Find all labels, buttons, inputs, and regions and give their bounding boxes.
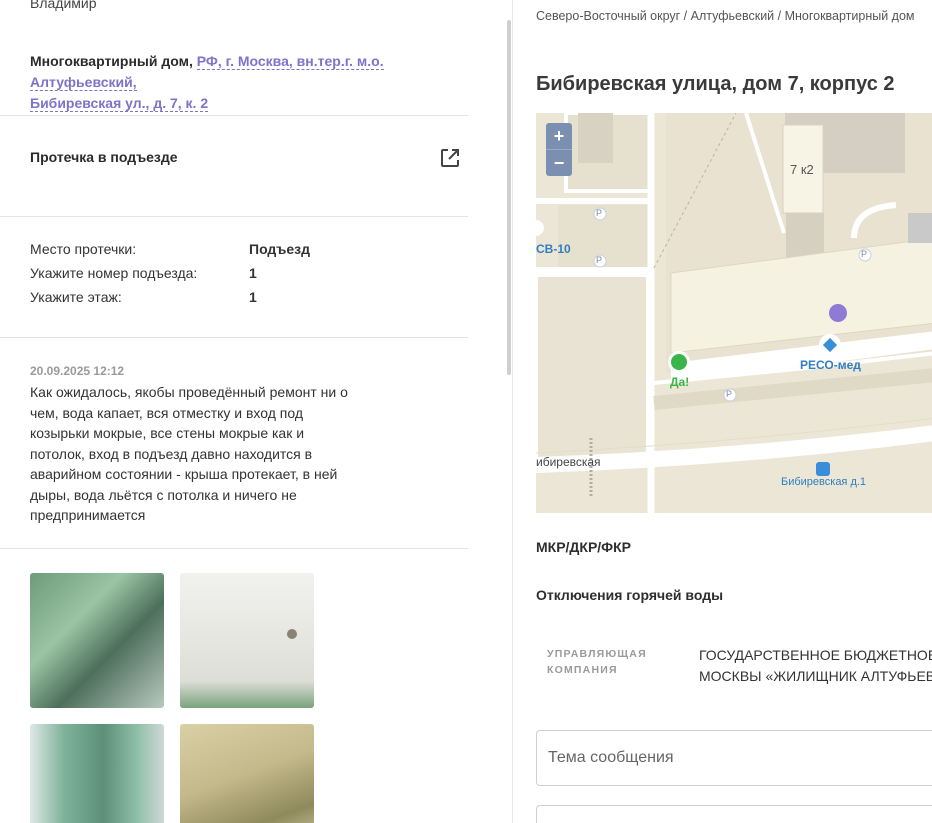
author-name: Владимир (30, 0, 97, 11)
map-poi-clinic[interactable]: РЕСО-мед (800, 358, 861, 372)
photo-thumbnail[interactable] (30, 573, 164, 708)
divider (0, 337, 468, 338)
detail-row: Укажите номер подъезда: 1 (30, 264, 430, 288)
parking-label: P (861, 249, 868, 259)
scrollbar[interactable] (507, 20, 511, 375)
zoom-out-button[interactable]: − (546, 149, 572, 176)
parking-label: P (596, 208, 603, 218)
map[interactable]: P P P P 7 к2 СВ-10 Да! РЕСО-мед ибиревск… (536, 113, 932, 513)
map-street-label: ибиревская (536, 455, 601, 469)
breadcrumb[interactable]: Северо-Восточный округ / Алтуфьевский / … (536, 6, 916, 26)
address-type: Многоквартирный дом, (30, 53, 193, 69)
divider (0, 548, 468, 549)
photo-thumbnail[interactable] (180, 724, 314, 823)
management-value-line1: ГОСУДАРСТВЕННОЕ БЮДЖЕТНОЕ УЧ (699, 647, 932, 663)
detail-row: Место протечки: Подъезд (30, 240, 430, 264)
detail-value: 1 (249, 289, 257, 305)
divider (0, 216, 468, 217)
map-poi-sv10[interactable]: СВ-10 (536, 242, 571, 256)
management-label-line2: КОМПАНИЯ (547, 664, 618, 676)
photo-thumbnail[interactable] (30, 724, 164, 823)
map-zoom-control: + − (546, 123, 572, 176)
address-link-line2[interactable]: Бибиревская ул., д. 7, к. 2 (30, 95, 209, 112)
divider (0, 115, 468, 116)
parking-label: P (596, 255, 603, 265)
comment-date: 20.09.2025 12:12 (30, 364, 125, 378)
detail-value: Подъезд (249, 241, 310, 257)
map-canvas (536, 113, 932, 513)
map-building-label: 7 к2 (790, 162, 814, 177)
management-label: УПРАВЛЯЮЩАЯ КОМПАНИЯ (547, 646, 647, 678)
detail-key: Укажите номер подъезда: (30, 265, 198, 281)
management-label-line1: УПРАВЛЯЮЩАЯ (547, 648, 647, 660)
details-list: Место протечки: Подъезд Укажите номер по… (30, 240, 430, 312)
subject-input[interactable] (537, 731, 932, 785)
issue-title: Протечка в подъезде (30, 149, 178, 165)
left-panel: Владимир Многоквартирный дом, РФ, г. Мос… (0, 0, 468, 823)
detail-key: Место протечки: (30, 241, 137, 257)
map-bus-stop[interactable]: Бибиревская д.1 (781, 476, 866, 488)
parking-label: P (726, 389, 733, 399)
external-link-icon[interactable] (439, 147, 461, 169)
photo-thumbnail[interactable] (180, 573, 314, 708)
section-mkr[interactable]: МКР/ДКР/ФКР (536, 539, 631, 555)
section-hot-water[interactable]: Отключения горячей воды (536, 587, 723, 603)
right-panel: Северо-Восточный округ / Алтуфьевский / … (513, 0, 932, 823)
message-field[interactable] (536, 805, 932, 823)
detail-key: Укажите этаж: (30, 289, 122, 305)
address-block: Многоквартирный дом, РФ, г. Москва, вн.т… (30, 51, 468, 114)
management-value-line2: МОСКВЫ «ЖИЛИЩНИК АЛТУФЬЕВС (699, 668, 932, 684)
map-poi-shop[interactable]: Да! (670, 375, 689, 389)
page-title: Бибиревская улица, дом 7, корпус 2 (536, 73, 895, 95)
management-value: ГОСУДАРСТВЕННОЕ БЮДЖЕТНОЕ УЧ МОСКВЫ «ЖИЛ… (699, 645, 932, 687)
detail-row: Укажите этаж: 1 (30, 288, 430, 312)
subject-field[interactable] (536, 730, 932, 786)
zoom-in-button[interactable]: + (546, 123, 572, 149)
comment-text: Как ожидалось, якобы проведённый ремонт … (30, 384, 348, 523)
detail-value: 1 (249, 265, 257, 281)
